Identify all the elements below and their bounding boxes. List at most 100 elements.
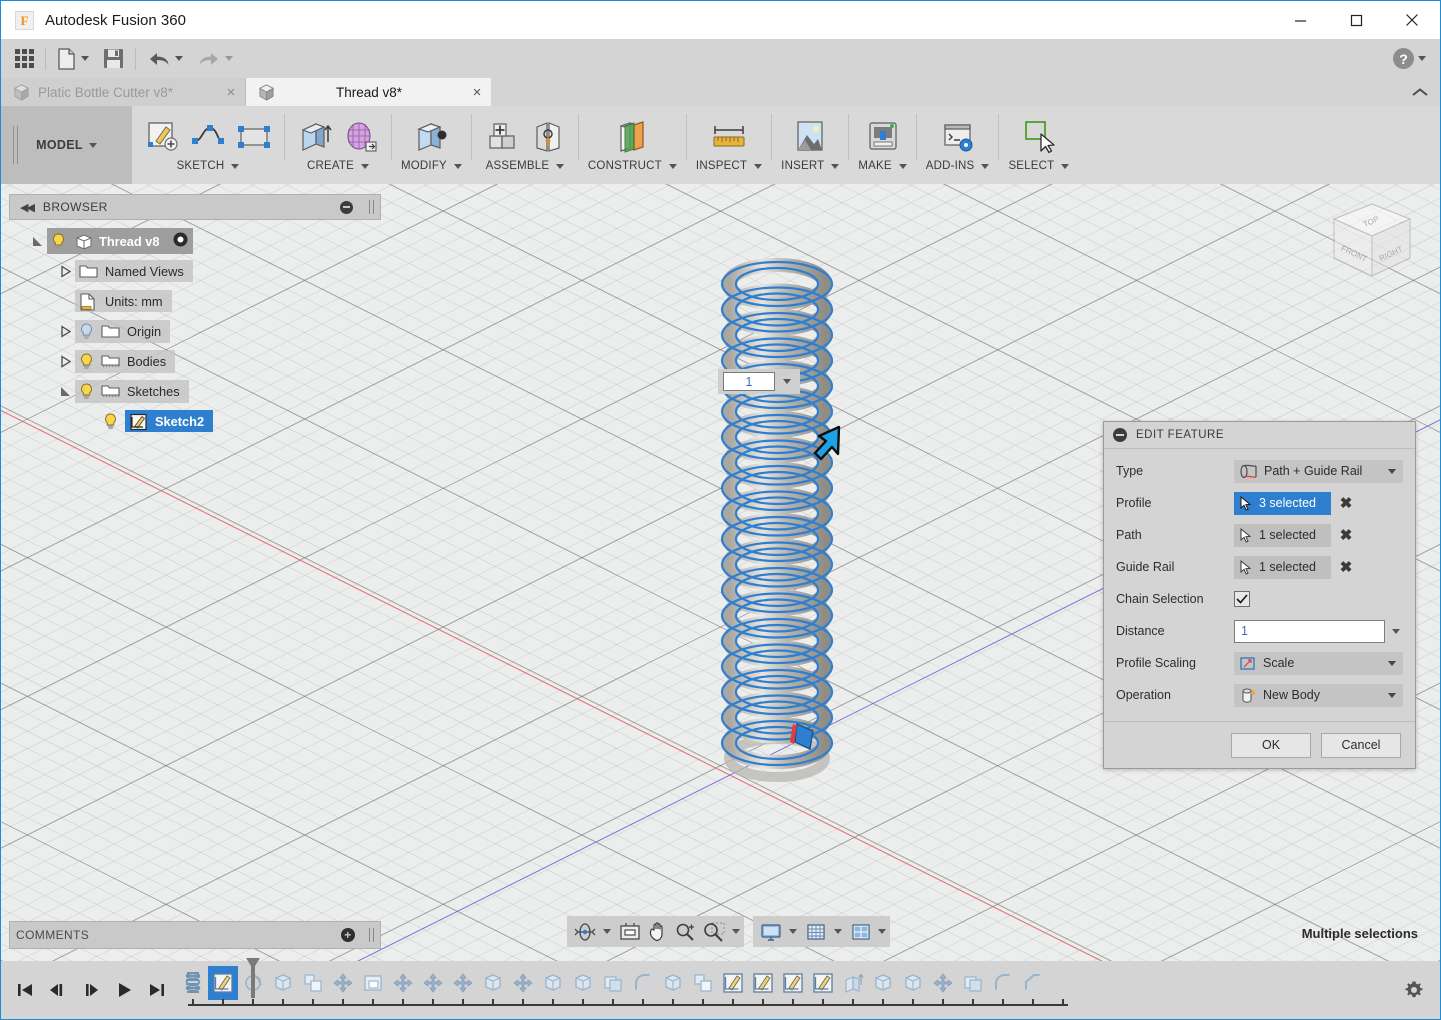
ribbon-group-label[interactable]: ADD-INS [926,160,990,172]
timeline-feature-move-feature-4[interactable] [448,966,478,1000]
path-select-button[interactable]: 1 selected [1234,524,1331,547]
chevron-down-icon[interactable] [1418,56,1426,61]
orbit-button[interactable] [571,916,599,947]
browser-item-origin[interactable]: Origin [9,316,381,346]
3d-print-button[interactable] [862,116,904,158]
document-tab-plastic-bottle-cutter[interactable]: Platic Bottle Cutter v8* × [1,78,246,106]
clear-path-selection-button[interactable]: ✖ [1331,526,1361,544]
browser-item-thread-v8[interactable]: Thread v8 [9,226,381,256]
insert-decal-button[interactable] [789,116,831,158]
timeline-feature-move-feature-6[interactable] [928,966,958,1000]
minimize-button[interactable] [1272,1,1328,39]
browser-item-bodies[interactable]: Bodies [9,346,381,376]
timeline-feature-fillet-feature-2[interactable] [988,966,1018,1000]
create-form-button[interactable] [340,116,382,158]
clear-guide-rail-selection-button[interactable]: ✖ [1331,558,1361,576]
timeline-feature-body-feature-5[interactable] [658,966,688,1000]
grid-snaps-button[interactable] [802,916,830,947]
scripts-and-addins-button[interactable] [937,116,979,158]
step-forward-button[interactable] [75,970,106,1010]
view-cube[interactable]: TOP FRONT RIGHT [1312,186,1432,291]
viewports-button[interactable] [847,916,875,947]
chevron-down-icon[interactable] [834,929,842,934]
ribbon-group-label[interactable]: INSERT [781,160,839,172]
help-icon[interactable]: ? [1393,48,1414,69]
profile-select-button[interactable]: 3 selected [1234,492,1331,515]
clear-profile-selection-button[interactable]: ✖ [1331,494,1361,512]
file-button[interactable] [50,39,96,78]
timeline-feature-sketch-feature-4[interactable] [778,966,808,1000]
timeline-feature-combine-feature-2[interactable] [958,966,988,1000]
visibility-bulb-icon[interactable] [51,233,66,250]
app-grid-button[interactable] [1,39,41,78]
play-button[interactable] [108,970,139,1010]
collapse-browser-icon[interactable]: ◀◀ [16,201,33,214]
visibility-bulb-icon[interactable] [79,353,94,370]
extrude-button[interactable] [294,116,336,158]
display-settings-button[interactable] [757,916,785,947]
ribbon-group-label[interactable]: CREATE [307,160,369,172]
chevron-down-icon[interactable] [603,929,611,934]
timeline-feature-body-feature-4[interactable] [568,966,598,1000]
timeline-feature-sketch-feature-1[interactable] [208,966,238,1000]
timeline-feature-sketch-feature-2[interactable] [718,966,748,1000]
browser-resize-grip[interactable] [369,200,374,214]
tree-twisty-open-icon[interactable] [55,385,75,398]
timeline-feature-coil-feature[interactable] [178,966,208,1000]
workspace-selector[interactable]: MODEL [1,106,132,184]
redo-button[interactable] [190,39,240,78]
timeline-settings-button[interactable] [1388,961,1440,1019]
step-back-button[interactable] [42,970,73,1010]
timeline-feature-move-feature-5[interactable] [508,966,538,1000]
browser-item-sketches[interactable]: Sketches [9,376,381,406]
ribbon-group-label[interactable]: INSPECT [696,160,762,172]
ribbon-group-label[interactable]: ASSEMBLE [486,160,565,172]
cancel-button[interactable]: Cancel [1321,733,1401,758]
chain-selection-checkbox[interactable] [1234,591,1250,607]
browser-item-chip[interactable]: Sketches [75,380,189,403]
dialog-collapse-icon[interactable] [1113,428,1127,442]
timeline-feature-body-feature-1[interactable] [268,966,298,1000]
close-tab-icon[interactable]: × [469,84,485,101]
comments-panel[interactable]: COMMENTS + [9,921,381,949]
press-pull-button[interactable] [410,116,452,158]
chevron-down-icon[interactable] [789,929,797,934]
pan-button[interactable] [644,916,671,947]
timeline-feature-combine-feature-1[interactable] [598,966,628,1000]
visibility-bulb-icon[interactable] [79,323,94,340]
profile-scaling-dropdown[interactable]: Scale [1234,652,1403,675]
document-tab-thread[interactable]: Thread v8* × [246,78,491,106]
undo-button[interactable] [140,39,190,78]
timeline-marker[interactable] [244,958,262,998]
chevron-down-icon[interactable] [878,929,886,934]
timeline-feature-sketch-feature-3[interactable] [748,966,778,1000]
distance-dropdown-button[interactable] [1385,629,1403,634]
maximize-button[interactable] [1328,1,1384,39]
browser-item-chip[interactable]: Sketch2 [125,410,213,432]
visibility-bulb-icon[interactable] [103,413,118,430]
browser-item-sketch2[interactable]: Sketch2 [9,406,381,436]
browser-item-chip[interactable]: Origin [75,320,170,343]
tree-twisty-closed-icon[interactable] [55,325,75,338]
sketch-rectangle-button[interactable] [233,116,275,158]
create-sketch-button[interactable] [141,116,183,158]
look-at-button[interactable] [616,916,644,947]
ribbon-group-label[interactable]: SELECT [1008,160,1069,172]
guide-rail-select-button[interactable]: 1 selected [1234,556,1331,579]
timeline-feature-move-feature-2[interactable] [388,966,418,1000]
tree-twisty-closed-icon[interactable] [55,265,75,278]
zoom-button[interactable] [671,916,699,947]
tree-twisty-open-icon[interactable] [27,235,47,248]
ribbon-group-label[interactable]: MAKE [858,160,906,172]
comments-resize-grip[interactable] [369,928,374,942]
coil-body-model[interactable] [701,224,871,824]
ok-button[interactable]: OK [1231,733,1311,758]
measure-button[interactable] [708,116,750,158]
timeline-feature-move-feature-1[interactable] [328,966,358,1000]
browser-item-units-mm[interactable]: Units: mm [9,286,381,316]
type-dropdown[interactable]: Path + Guide Rail [1234,460,1403,483]
close-button[interactable] [1384,1,1440,39]
browser-item-chip[interactable]: Bodies [75,350,175,373]
occurrence-count-input[interactable] [723,372,775,391]
distance-input[interactable]: 1 [1234,620,1385,643]
